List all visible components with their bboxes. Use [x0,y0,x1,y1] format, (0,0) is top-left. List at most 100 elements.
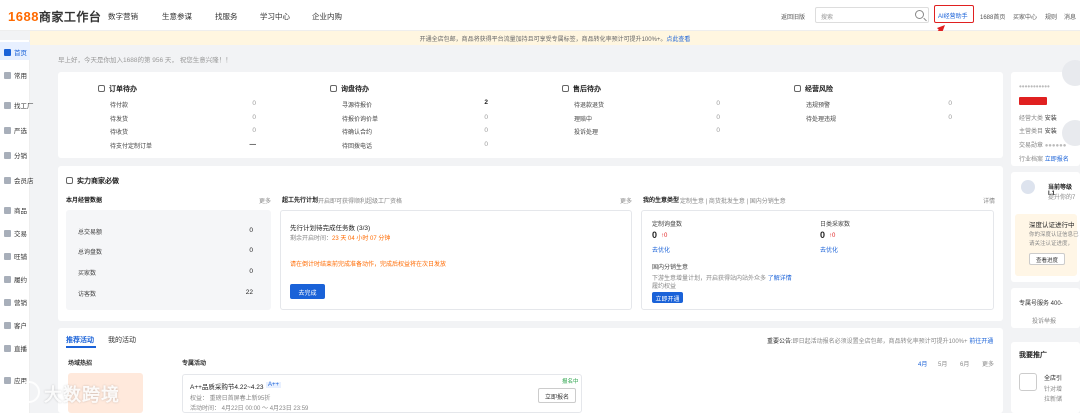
notice-link[interactable]: 点此查看 [666,37,690,43]
link-messages[interactable]: 消息 [1064,12,1076,21]
activity-item-time: 活动时间： 4月22日 00:00 ～ 4月23日 23:59 [190,406,309,412]
todo-label[interactable]: 待发货 [110,114,128,123]
nav-find-service[interactable]: 找服务 [215,11,238,22]
back-old-version[interactable]: 返回旧版 [781,12,805,21]
ai-helper-button[interactable]: AI经营助手 [934,5,974,23]
dist-learn-more-link[interactable]: 了解详情 [768,276,792,282]
month-tab-june[interactable]: 6月 [960,359,969,368]
sidebar-item-marketing[interactable]: 营销 [0,292,30,310]
signup-button[interactable]: 立即报名 [538,388,576,403]
activity-more-link[interactable]: 更多 [982,359,994,368]
todo-label[interactable]: 待确认合约 [342,127,372,136]
strength-title: 实力商家必做 [66,176,119,186]
todo-label[interactable]: 待收货 [110,127,128,136]
search-icon[interactable] [915,10,924,19]
activity-item-rights: 权益： 重磅日首屏春上新95折 [190,396,271,402]
todo-label[interactable]: 待报价询价单 [342,114,378,123]
verify-desc: 你的深度认证信息已 [1029,232,1079,238]
tab-my-activities[interactable]: 我的活动 [108,335,136,345]
todo-value[interactable]: 0 [690,114,720,121]
todo-value[interactable]: 0 [226,114,256,121]
month-tab-may[interactable]: 5月 [938,359,947,368]
todo-label[interactable]: 待处理违规 [806,114,836,123]
sidebar-item-customer[interactable]: 客户 [0,315,30,333]
todo-value[interactable]: 0 [690,127,720,134]
todo-value[interactable]: 0 [922,100,952,107]
todo-label[interactable]: 理赔中 [574,114,592,123]
sidebar-item-select[interactable]: 严选 [0,120,30,138]
todo-value[interactable]: 2 [458,99,488,106]
month-tab-april[interactable]: 4月 [918,359,927,368]
data-label: 总交易额 [78,230,103,236]
todo-label[interactable]: 待支付定制订单 [110,141,152,150]
promotion-icon [1019,373,1037,391]
link-rules[interactable]: 规则 [1045,12,1057,21]
special-activity-title: 专属活动 [182,361,207,367]
tab-recommended[interactable]: 推荐活动 [66,335,94,345]
todo-value[interactable]: — [226,141,257,148]
nav-business-advisor[interactable]: 生意参谋 [162,11,192,22]
member-icon [4,177,11,184]
todo-value[interactable]: 0 [226,127,256,134]
link-buyer-center[interactable]: 买家中心 [1013,12,1037,21]
todo-value[interactable]: 0 [458,127,488,134]
aftersale-icon [562,85,569,92]
industry-signup-link[interactable]: 立即报名 [1045,157,1069,163]
promotion-item-desc-2: 拉新储 [1044,397,1063,403]
buyer-optimize-link[interactable]: 去优化 [820,245,838,254]
aftersale-todo-title: 售后待办 [562,84,601,94]
nav-enterprise-buy[interactable]: 企业内购 [312,11,342,22]
goods-icon [4,207,11,214]
sidebar-item-common[interactable]: 常用 [0,65,30,83]
sidebar-item-member-store[interactable]: 会员店 [0,170,34,188]
todo-label[interactable]: 待付款 [110,100,128,109]
data-more-link[interactable]: 更多 [259,196,271,205]
custom-inquiry-delta: ↑0 [661,233,668,239]
plan-more-link[interactable]: 更多 [620,196,632,205]
todo-label[interactable]: 待退款退货 [574,100,604,109]
todo-value[interactable]: 0 [922,114,952,121]
complete-task-button[interactable]: 去完成 [290,284,325,299]
open-distribution-button[interactable]: 立即开通 [652,292,683,303]
business-type-title: 我的生意类型 [643,198,680,204]
sidebar-item-trade[interactable]: 交易 [0,223,30,241]
select-icon [4,127,11,134]
sidebar-item-fulfill[interactable]: 履约 [0,269,30,287]
logo[interactable]: 1688商家工作台 [8,8,101,25]
nav-learning-center[interactable]: 学习中心 [260,11,290,22]
search-input[interactable]: 搜索 [815,7,929,23]
todo-value[interactable]: 0 [226,100,256,107]
sidebar-item-distribution[interactable]: 分销 [0,145,30,163]
todo-value[interactable]: 0 [690,100,720,107]
watermark-logo-icon [18,381,40,403]
sidebar-item-shop[interactable]: 旺铺 [0,246,30,264]
sidebar-item-factory[interactable]: 找工厂 [0,95,34,113]
sidebar-item-live[interactable]: 直播 [0,338,30,356]
star-icon [4,72,11,79]
top-bar: 1688商家工作台 数字营销 生意参谋 找服务 学习中心 企业内购 返回旧版 搜… [0,0,1080,31]
promotion-item[interactable]: 全店引 [1044,373,1062,382]
sidebar-item-goods[interactable]: 商品 [0,200,30,218]
active-tab-underline [66,346,96,348]
sidebar-item-home[interactable]: 首页 [0,42,30,60]
shop-name[interactable]: ••••••••••• [1019,82,1050,91]
custom-optimize-link[interactable]: 去优化 [652,245,670,254]
bell-icon [794,85,801,92]
buyer-count-value: 0 [820,230,826,240]
view-progress-button[interactable]: 查看进度 [1029,253,1065,265]
shop-badge [1019,97,1047,105]
nav-digital-marketing[interactable]: 数字营销 [108,11,138,22]
todo-value[interactable]: 0 [458,141,488,148]
complain-link[interactable]: 投诉举报 [1032,316,1056,325]
business-detail-link[interactable]: 详情 [983,196,995,205]
todo-label[interactable]: 待回拨电话 [342,141,372,150]
todo-value[interactable]: 0 [458,114,488,121]
todo-label[interactable]: 投诉处理 [574,127,598,136]
plan-subtitle: 开启即可获得顺利超级工厂资格 [318,199,403,205]
announce-link[interactable]: 前往开通 [969,339,993,345]
todo-label[interactable]: 违规预警 [806,100,830,109]
link-1688-home[interactable]: 1688首页 [980,12,1005,21]
todo-label[interactable]: 寻源待报价 [342,100,372,109]
business-type-tabs[interactable]: 定制生意 | 商货批发生意 | 国内分销生意 [680,196,786,205]
watermark: 大数跨境 [44,385,120,405]
